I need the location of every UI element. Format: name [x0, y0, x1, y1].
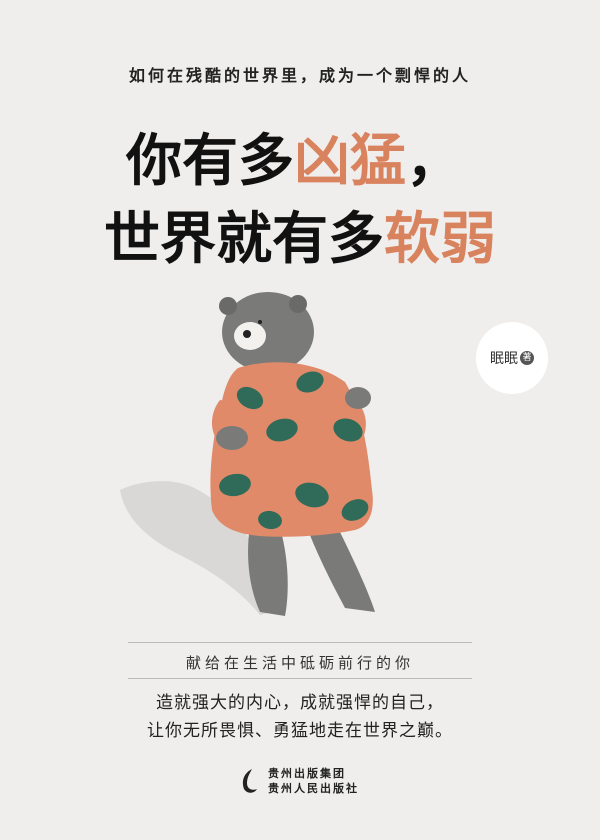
bear-illustration: [120, 292, 375, 616]
tagline: 如何在残酷的世界里，成为一个剽悍的人: [128, 66, 471, 85]
publisher-logo-icon: [242, 769, 257, 793]
title-part: 世界就有多: [104, 207, 384, 272]
publisher-line-1: 贵州出版集团: [268, 767, 346, 780]
publisher: 贵州出版集团 贵州人民出版社: [238, 766, 359, 796]
bear-ear-right: [289, 295, 307, 313]
blurb-line-2: 让你无所畏惧、勇猛地走在世界之巅。: [147, 721, 453, 741]
bear-paw-right: [345, 387, 371, 409]
author-role: 著: [520, 351, 534, 365]
bear-leg-right: [305, 522, 375, 612]
publisher-names: 贵州出版集团 贵州人民出版社: [268, 766, 359, 796]
bear-ear-left: [219, 297, 237, 315]
blurb-line-1: 造就强大的内心，成就强悍的自己，: [156, 693, 444, 713]
dedication: 献给在生活中砥砺前行的你: [185, 654, 414, 672]
bear-eye: [258, 320, 262, 324]
title-part: 你有多: [126, 129, 294, 194]
author-badge: 眠眠 著: [476, 322, 548, 394]
title-line-1: 你有多凶猛，: [0, 130, 594, 194]
bear-nose: [243, 330, 251, 338]
author-name: 眠眠: [490, 351, 518, 367]
publisher-line-2: 贵州人民出版社: [268, 782, 359, 795]
divider-mid: [128, 678, 472, 679]
title-line-2: 世界就有多软弱: [0, 208, 600, 272]
bear-paw-left: [216, 426, 248, 450]
title-accent: 软弱: [384, 207, 496, 272]
title-comma: ，: [406, 129, 462, 194]
divider-top: [128, 642, 472, 643]
title-accent: 凶猛: [294, 129, 406, 194]
book-cover: 如何在残酷的世界里，成为一个剽悍的人 你有多凶猛， 世界就有多软弱 眠眠 著 献…: [0, 0, 600, 840]
